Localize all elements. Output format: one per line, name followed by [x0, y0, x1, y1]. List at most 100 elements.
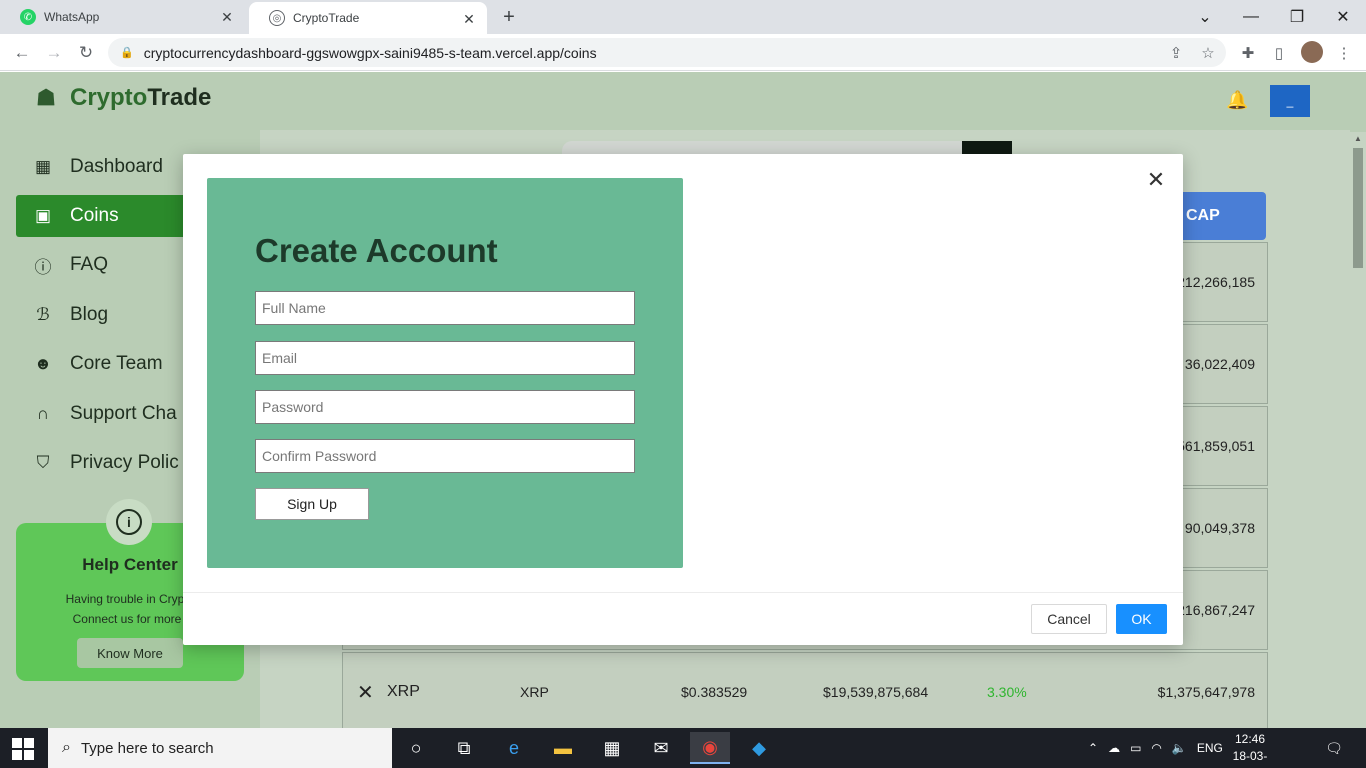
system-tray: ⌃ ☁ ▭ ◠ 🔈 ENG	[1088, 728, 1223, 768]
language-indicator[interactable]: ENG	[1197, 741, 1223, 755]
sidebar-item-label: Dashboard	[70, 156, 163, 177]
user-button[interactable]: _	[1270, 85, 1310, 117]
coin-volume: $19,539,875,684	[823, 684, 929, 700]
headset-icon: ∩	[36, 404, 50, 423]
sidebar-item-label: Support Cha	[70, 403, 177, 424]
windows-start-icon[interactable]	[12, 738, 34, 760]
volume-icon[interactable]: 🔈	[1172, 741, 1187, 755]
new-tab-button[interactable]: +	[498, 6, 520, 28]
market-cap-cell: 90,049,378	[1184, 520, 1255, 536]
notification-icon[interactable]: 🗨	[1324, 738, 1344, 758]
taskbar-search-box[interactable]: ⌕ Type here to search	[48, 728, 392, 768]
close-tab-icon[interactable]: ✕	[219, 9, 235, 25]
chrome-icon[interactable]: ◉	[690, 732, 730, 764]
page-scrollbar[interactable]: ▲	[1350, 132, 1366, 728]
help-line-2: Connect us for more i	[72, 612, 188, 626]
market-cap-cell: 216,867,247	[1177, 602, 1255, 618]
coin-change: 3.30%	[987, 684, 1027, 700]
coin-name: XRP	[387, 683, 420, 700]
hand-coin-icon: ☗	[36, 85, 56, 110]
lock-icon: 🔒	[120, 47, 134, 59]
taskbar-search-placeholder: Type here to search	[80, 739, 214, 757]
info-icon: i	[116, 509, 142, 535]
url-bar[interactable]: 🔒 cryptocurrencydashboard-ggswowgpx-sain…	[108, 38, 1226, 67]
task-view-icon[interactable]: ⧉	[444, 732, 484, 764]
file-explorer-icon[interactable]: ▬	[543, 732, 583, 764]
market-cap-cell: 36,022,409	[1184, 356, 1255, 372]
question-icon: ⓘ	[34, 257, 52, 277]
coin-symbol: XRP	[520, 684, 549, 700]
chevron-up-icon[interactable]: ⌃	[1088, 741, 1098, 755]
windows-taskbar: ⌕ Type here to search ○ ⧉ e ▬ ▦ ✉ ◉ ◆ ⌃ …	[0, 728, 1366, 768]
tab-title: WhatsApp	[44, 10, 100, 24]
form-title: Create Account	[255, 232, 498, 269]
bell-icon[interactable]: 🔔	[1226, 90, 1248, 111]
cap-column-header[interactable]: CAP	[1170, 192, 1266, 240]
reload-icon[interactable]: ↻	[74, 41, 98, 65]
address-toolbar: ← → ↻ 🔒 cryptocurrencydashboard-ggswowgp…	[0, 34, 1366, 71]
microsoft-store-icon[interactable]: ▦	[592, 732, 632, 764]
taskbar-clock[interactable]: 12:46 18-03-2023	[1222, 731, 1278, 768]
battery-icon[interactable]: ▭	[1130, 741, 1141, 755]
sidebar-item-label: Blog	[70, 304, 109, 325]
team-icon: ☻	[34, 354, 52, 373]
search-icon: ⌕	[62, 739, 71, 756]
market-cap-cell: $1,375,647,978	[1157, 684, 1255, 700]
password-input[interactable]	[255, 390, 635, 424]
wifi-icon[interactable]: ◠	[1151, 741, 1161, 755]
confirm-password-input[interactable]	[255, 439, 635, 473]
market-cap-cell: 561,859,051	[1177, 438, 1255, 454]
globe-icon: ◎	[269, 10, 285, 26]
side-panel-icon[interactable]: ▯	[1267, 41, 1291, 65]
profile-avatar[interactable]	[1301, 41, 1323, 63]
extensions-puzzle-icon[interactable]: ✚	[1236, 41, 1260, 65]
create-account-modal: ✕ Create Account Sign Up Cancel OK	[183, 154, 1183, 645]
tab-search-icon[interactable]: ⌄	[1192, 4, 1218, 30]
browser-menu-icon[interactable]: ⋮	[1332, 41, 1356, 65]
cancel-button[interactable]: Cancel	[1031, 604, 1107, 634]
share-icon[interactable]: ⇪	[1164, 41, 1188, 65]
edge-icon[interactable]: e	[494, 732, 534, 764]
email-input[interactable]	[255, 341, 635, 375]
window-close-icon[interactable]: ✕	[1330, 4, 1356, 30]
forward-arrow-icon[interactable]: →	[42, 41, 66, 65]
brand-logo[interactable]: ☗ Crypto Trade	[30, 84, 211, 112]
vscode-icon[interactable]: ◆	[739, 732, 779, 764]
url-text: cryptocurrencydashboard-ggswowgpx-saini9…	[143, 44, 597, 61]
grid-icon: ▦	[34, 157, 52, 176]
table-row-xrp[interactable]: ✕ XRP XRP $0.383529 $19,539,875,684 3.30…	[342, 652, 1268, 728]
brand-suffix: Trade	[147, 84, 212, 111]
sidebar-item-label: Coins	[70, 205, 119, 226]
clock-date: 18-03-2023	[1232, 749, 1268, 768]
browser-tab-bar: ✆ WhatsApp ✕ ◎ CryptoTrade ✕ + ⌄ — ❐ ✕	[0, 0, 1366, 34]
back-arrow-icon[interactable]: ←	[10, 41, 34, 65]
onedrive-icon[interactable]: ☁	[1108, 741, 1120, 755]
bookmark-star-icon[interactable]: ☆	[1196, 41, 1220, 65]
sign-up-button[interactable]: Sign Up	[255, 488, 369, 520]
sidebar-item-label: FAQ	[70, 254, 109, 275]
help-line-1: Having trouble in Crypto	[65, 592, 195, 606]
shield-icon: ⛉	[36, 453, 50, 472]
tab-cryptotrade[interactable]: ◎ CryptoTrade ✕	[249, 2, 487, 34]
signup-form-card: Create Account Sign Up	[207, 178, 683, 568]
sidebar-item-label: Privacy Polic	[70, 452, 179, 473]
scroll-up-arrow-icon[interactable]: ▲	[1354, 134, 1362, 143]
minimize-icon[interactable]: —	[1238, 4, 1264, 30]
blog-icon: ℬ	[36, 305, 50, 324]
scrollbar-thumb[interactable]	[1353, 148, 1363, 268]
full-name-input[interactable]	[255, 291, 635, 325]
help-badge: i	[106, 499, 152, 545]
close-tab-icon[interactable]: ✕	[461, 11, 477, 27]
wallet-icon: ▣	[34, 206, 52, 225]
mail-icon[interactable]: ✉	[641, 732, 681, 764]
modal-footer-divider	[183, 592, 1183, 593]
ok-button[interactable]: OK	[1116, 604, 1167, 634]
brand-prefix: Crypto	[70, 84, 148, 111]
xrp-logo-icon: ✕	[357, 681, 374, 704]
know-more-button[interactable]: Know More	[77, 638, 183, 668]
restore-icon[interactable]: ❐	[1284, 4, 1310, 30]
cortana-icon[interactable]: ○	[396, 732, 436, 764]
tab-whatsapp[interactable]: ✆ WhatsApp ✕	[0, 0, 245, 34]
coin-price: $0.383529	[681, 684, 748, 700]
modal-close-icon[interactable]: ✕	[1144, 167, 1168, 192]
